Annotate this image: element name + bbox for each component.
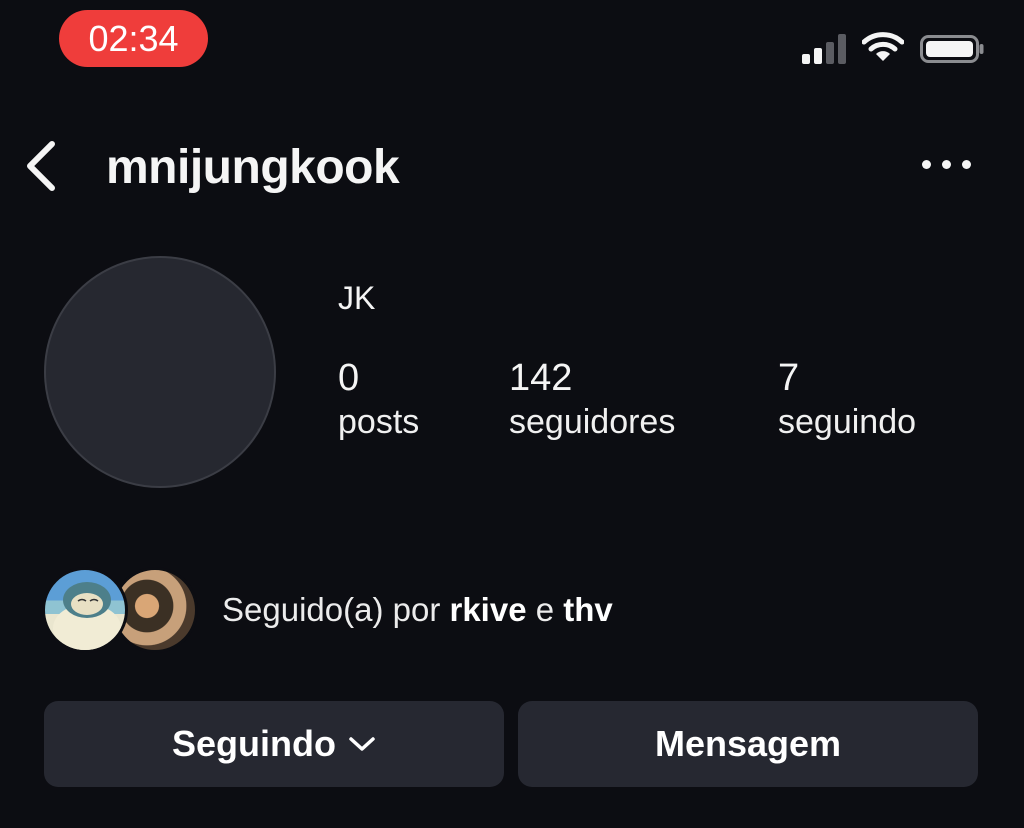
following-button-label: Seguindo <box>172 723 336 764</box>
stat-following-label: seguindo <box>778 403 917 441</box>
cellular-signal-icon <box>802 34 850 64</box>
followed-by-conjunction: e <box>535 591 555 628</box>
followed-by-user-1[interactable]: rkive <box>449 591 526 628</box>
more-dots-icon[interactable] <box>922 156 972 172</box>
stat-following-count: 7 <box>778 357 800 399</box>
display-name: JK <box>338 280 376 316</box>
wifi-icon <box>862 32 904 61</box>
followed-by-user-2[interactable]: thv <box>563 591 613 628</box>
message-button-label: Mensagem <box>654 723 842 764</box>
stat-followers-count: 142 <box>509 357 573 399</box>
following-button[interactable]: Seguindo <box>44 701 504 787</box>
profile-username: mnijungkook <box>106 141 400 194</box>
followed-by-prefix: Seguido(a) por <box>222 591 441 628</box>
follower-avatar-rkive[interactable] <box>42 567 128 653</box>
avatar[interactable] <box>44 256 276 488</box>
stat-followers-label: seguidores <box>509 403 676 441</box>
stat-following[interactable]: 7 seguindo <box>778 356 916 444</box>
stat-followers[interactable]: 142 seguidores <box>509 356 675 444</box>
snorlax-avatar-art <box>53 582 121 650</box>
stat-posts[interactable]: 0 posts <box>338 356 419 444</box>
stat-posts-count: 0 <box>338 357 360 399</box>
back-chevron-icon[interactable] <box>24 140 60 192</box>
chevron-down-icon <box>349 737 375 751</box>
stat-posts-label: posts <box>338 403 420 441</box>
followed-by-text[interactable]: Seguido(a) por rkive e thv <box>222 590 613 630</box>
battery-icon <box>920 35 984 63</box>
message-button[interactable]: Mensagem <box>518 701 978 787</box>
status-time: 02:34 <box>59 10 208 67</box>
